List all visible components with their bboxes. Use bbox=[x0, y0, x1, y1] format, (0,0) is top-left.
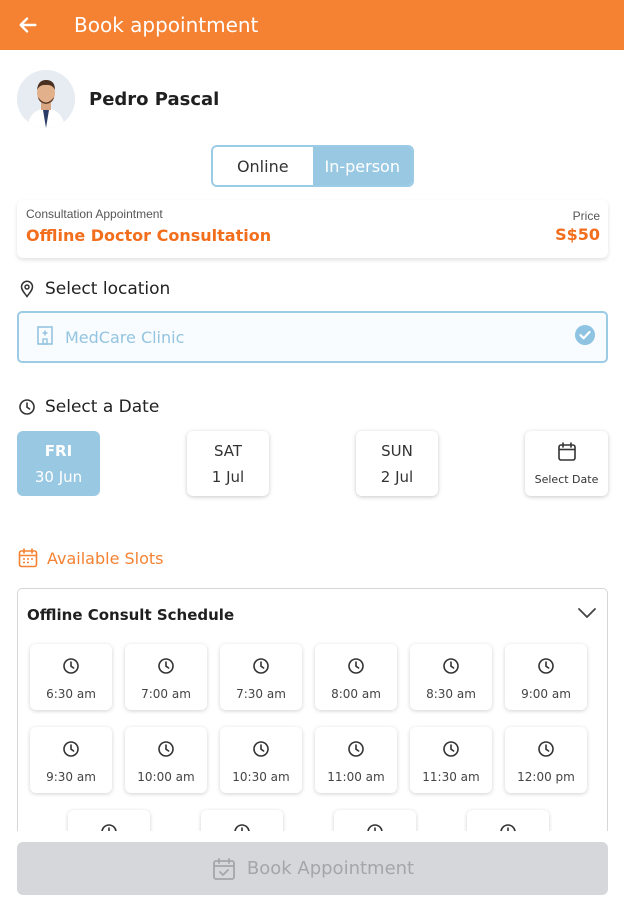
clock-icon bbox=[537, 644, 555, 680]
date-date: 2 Jul bbox=[380, 467, 414, 486]
time-slot[interactable]: 6:30 am bbox=[30, 644, 112, 710]
calendar-icon bbox=[556, 441, 578, 467]
time-slot-label: 8:30 am bbox=[426, 687, 476, 701]
date-day: FRI bbox=[44, 441, 73, 460]
time-slot-label: 8:00 am bbox=[331, 687, 381, 701]
time-slot-label: 7:30 am bbox=[236, 687, 286, 701]
date-date: 30 Jun bbox=[34, 467, 83, 486]
clock-icon bbox=[499, 810, 517, 831]
time-slot[interactable] bbox=[334, 810, 416, 831]
book-appointment-label: Book Appointment bbox=[246, 858, 415, 879]
doctor-name: Pedro Pascal bbox=[89, 88, 220, 110]
time-slot-label: 10:30 am bbox=[232, 770, 290, 784]
date-day: SUN bbox=[381, 441, 413, 460]
clock-icon bbox=[233, 810, 251, 831]
clock-icon bbox=[252, 727, 270, 763]
book-appointment-button[interactable]: Book Appointment bbox=[17, 842, 608, 895]
date-option-sat[interactable]: SAT 1 Jul bbox=[187, 431, 269, 496]
time-slot-label: 9:00 am bbox=[521, 687, 571, 701]
time-slot[interactable] bbox=[201, 810, 283, 831]
time-slot[interactable]: 7:30 am bbox=[220, 644, 302, 710]
schedule-title: Offline Consult Schedule bbox=[27, 606, 235, 624]
clock-icon bbox=[366, 810, 384, 831]
location-value: MedCare Clinic bbox=[65, 327, 185, 347]
location-heading: Select location bbox=[17, 279, 170, 299]
time-slot-label: 11:00 am bbox=[327, 770, 385, 784]
time-slot[interactable]: 12:00 pm bbox=[505, 727, 587, 793]
time-slot[interactable] bbox=[68, 810, 150, 831]
clock-icon bbox=[157, 727, 175, 763]
time-slot[interactable]: 8:00 am bbox=[315, 644, 397, 710]
clock-icon bbox=[17, 397, 37, 417]
time-slot[interactable]: 11:30 am bbox=[410, 727, 492, 793]
time-slot[interactable]: 8:30 am bbox=[410, 644, 492, 710]
mode-option-in-person[interactable]: In-person bbox=[312, 147, 412, 185]
location-select-field[interactable]: MedCare Clinic bbox=[17, 311, 608, 363]
date-option-sun[interactable]: SUN 2 Jul bbox=[356, 431, 438, 496]
check-circle-icon bbox=[574, 324, 596, 351]
page-title: Book appointment bbox=[74, 13, 259, 37]
date-date: 1 Jul bbox=[211, 467, 245, 486]
clock-icon bbox=[347, 644, 365, 680]
app-bar: Book appointment bbox=[0, 0, 624, 50]
date-heading-text: Select a Date bbox=[45, 397, 160, 417]
available-slots-text: Available Slots bbox=[47, 548, 164, 568]
schedule-panel: Offline Consult Schedule 6:30 am 7:00 am 7… bbox=[17, 588, 608, 831]
select-date-label: Select Date bbox=[534, 473, 599, 486]
date-option-fri[interactable]: FRI 30 Jun bbox=[17, 431, 100, 496]
consultation-mode-toggle: Online In-person bbox=[211, 145, 414, 187]
calendar-icon bbox=[17, 547, 39, 569]
clock-icon bbox=[347, 727, 365, 763]
time-slot[interactable]: 10:00 am bbox=[125, 727, 207, 793]
available-slots-heading: Available Slots bbox=[17, 547, 164, 569]
date-day: SAT bbox=[213, 441, 243, 460]
date-heading: Select a Date bbox=[17, 397, 159, 417]
time-slot-label: 7:00 am bbox=[141, 687, 191, 701]
time-slot[interactable]: 11:00 am bbox=[315, 727, 397, 793]
doctor-avatar bbox=[17, 70, 75, 128]
time-slot[interactable]: 9:30 am bbox=[30, 727, 112, 793]
hospital-icon bbox=[35, 324, 55, 351]
consultation-subtitle: Consultation Appointment bbox=[26, 207, 163, 221]
clock-icon bbox=[62, 644, 80, 680]
time-slot[interactable]: 7:00 am bbox=[125, 644, 207, 710]
time-slot-label: 6:30 am bbox=[46, 687, 96, 701]
select-date-button[interactable]: Select Date bbox=[525, 431, 608, 496]
calendar-check-icon bbox=[211, 856, 237, 882]
clock-icon bbox=[62, 727, 80, 763]
time-slot[interactable] bbox=[467, 810, 549, 831]
time-slot-label: 12:00 pm bbox=[517, 770, 575, 784]
clock-icon bbox=[252, 644, 270, 680]
clock-icon bbox=[537, 727, 555, 763]
chevron-down-icon[interactable] bbox=[577, 606, 597, 620]
clock-icon bbox=[100, 810, 118, 831]
clock-icon bbox=[442, 727, 460, 763]
time-slot[interactable]: 10:30 am bbox=[220, 727, 302, 793]
doctor-header: Pedro Pascal bbox=[17, 70, 219, 128]
time-slot-label: 11:30 am bbox=[422, 770, 480, 784]
time-slot-label: 9:30 am bbox=[46, 770, 96, 784]
map-pin-icon bbox=[17, 279, 37, 299]
consultation-card: Consultation Appointment Offline Doctor … bbox=[17, 200, 608, 258]
clock-icon bbox=[157, 644, 175, 680]
time-slot[interactable]: 9:00 am bbox=[505, 644, 587, 710]
price-label: Price bbox=[572, 209, 600, 223]
arrow-left-icon bbox=[19, 17, 37, 33]
back-button[interactable] bbox=[0, 0, 56, 50]
consultation-type: Offline Doctor Consultation bbox=[26, 226, 272, 245]
time-slot-label: 10:00 am bbox=[137, 770, 195, 784]
price-value: S$50 bbox=[555, 225, 600, 244]
mode-option-online[interactable]: Online bbox=[213, 147, 313, 185]
clock-icon bbox=[442, 644, 460, 680]
location-heading-text: Select location bbox=[45, 279, 171, 299]
